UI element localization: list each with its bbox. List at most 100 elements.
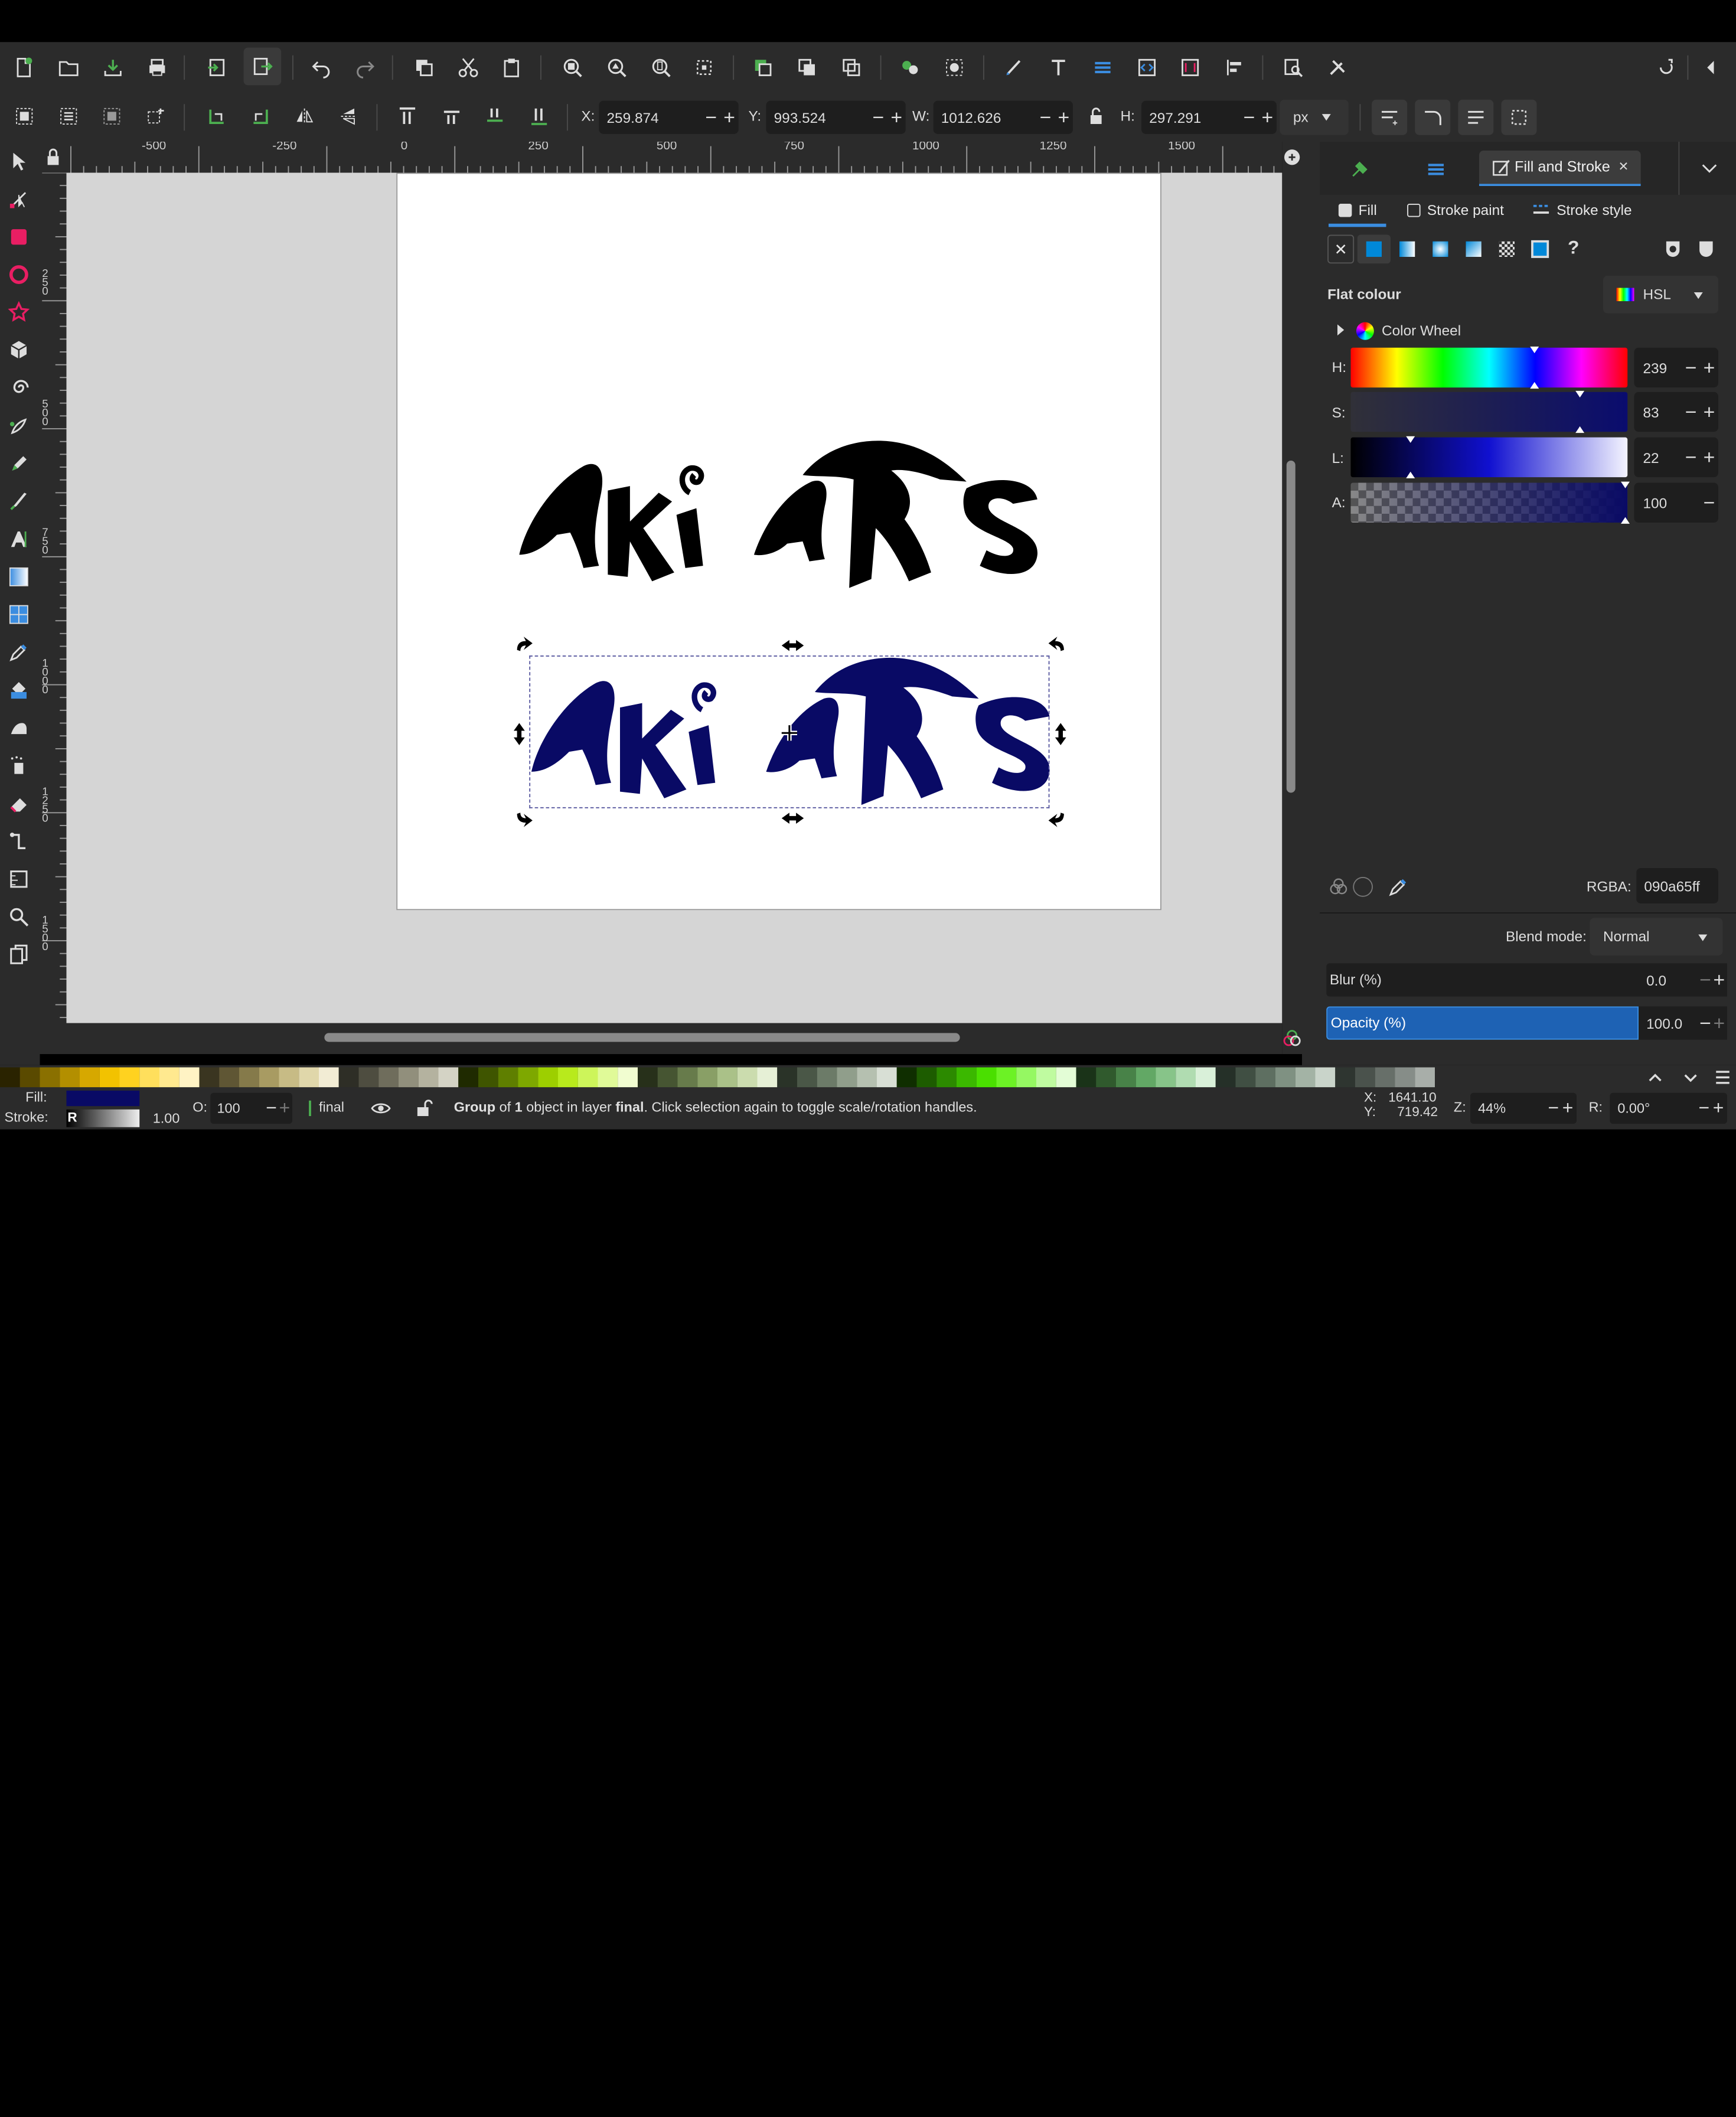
rotate-cw-step-icon[interactable]: + [1713,1097,1727,1120]
palette-swatch[interactable] [219,1067,239,1088]
rotation-field[interactable]: 0.00° − + [1610,1092,1727,1124]
pen-tool-icon[interactable] [5,413,32,439]
zoom-out-icon[interactable]: − [1548,1097,1562,1120]
palette-swatch[interactable] [139,1067,159,1088]
status-stroke-swatch[interactable]: R [66,1109,140,1127]
palette-swatch[interactable] [1375,1067,1395,1088]
palette-swatch[interactable] [378,1067,399,1088]
layer-visibility-icon[interactable] [368,1095,394,1121]
status-opacity-field[interactable]: 100 − + [210,1092,292,1124]
redo-icon[interactable] [352,54,378,81]
open-document-icon[interactable] [56,54,82,81]
subtab-fill[interactable]: Fill [1338,201,1377,218]
x-field[interactable]: 259.874− + [599,100,739,134]
palette-swatch[interactable] [957,1067,977,1088]
palette-swatch[interactable] [1415,1067,1435,1088]
pattern-icon[interactable] [1499,241,1515,257]
copy-icon[interactable] [411,54,438,81]
blend-mode-select[interactable]: Normal [1590,918,1723,956]
commands-bar-toggle-icon[interactable] [1653,54,1679,81]
layers-tab-icon[interactable] [1422,156,1449,182]
new-document-icon[interactable] [10,54,37,81]
paint-bucket-tool-icon[interactable] [5,677,32,703]
flat-color-button[interactable] [1357,234,1391,264]
palette-swatch[interactable] [1176,1067,1196,1088]
rgba-value[interactable]: 090a65ff [1636,878,1718,894]
paste-icon[interactable] [498,54,525,81]
zoom-page-icon[interactable] [648,54,674,81]
status-layer-name[interactable]: final [319,1100,344,1115]
alpha-value[interactable]: 100 [1634,494,1701,511]
dropper-tool-icon[interactable] [5,639,32,666]
rectangle-tool-icon[interactable] [5,224,32,250]
hue-field[interactable]: 239− + [1634,347,1718,388]
calligraphy-tool-icon[interactable] [5,488,32,515]
h-increment-icon[interactable]: + [1258,107,1277,128]
rgba-field[interactable]: 090a65ff [1636,868,1718,903]
radial-gradient-icon[interactable] [1432,241,1448,257]
fill-rule-nonzero-icon[interactable] [1693,236,1719,262]
palette-swatch[interactable] [1335,1067,1355,1088]
palette-swatch[interactable] [99,1067,120,1088]
h-value[interactable]: 297.291 [1141,109,1240,126]
lower-icon[interactable] [482,103,508,129]
tweak-tool-icon[interactable] [5,714,32,741]
palette-swatch[interactable] [657,1067,678,1088]
lightness-slider[interactable] [1350,436,1628,478]
object-properties-tab-icon[interactable] [1346,156,1373,182]
scale-stroke-toggle[interactable] [1372,99,1408,135]
vertical-scroll-track[interactable] [1282,142,1302,1054]
palette-swatch[interactable] [837,1067,857,1088]
hue-increment-icon[interactable]: + [1700,356,1718,379]
zoom-selection-icon[interactable] [559,54,586,81]
y-increment-icon[interactable]: + [887,107,906,128]
measure-tool-icon[interactable] [5,866,32,892]
palette-swatch[interactable] [1156,1067,1176,1088]
swatch-icon[interactable] [1531,240,1549,258]
palette-swatch[interactable] [119,1067,140,1088]
cut-icon[interactable] [455,54,482,81]
y-field[interactable]: 993.524− + [766,100,906,134]
ellipse-tool-icon[interactable] [5,262,32,288]
blur-decrement-icon[interactable]: − [1699,968,1713,991]
fill-rule-evenodd-icon[interactable] [1660,236,1686,262]
zoom-field[interactable]: 44% − + [1470,1092,1577,1124]
color-wheel-expander-icon[interactable] [1337,324,1345,336]
saturation-slider[interactable] [1350,390,1628,433]
unknown-paint-icon[interactable]: ? [1568,237,1579,259]
palette-scroll-up-icon[interactable] [1642,1064,1669,1091]
palette-swatch[interactable] [299,1067,319,1088]
zoom-drawing-icon[interactable] [603,54,630,81]
opacity-increment-icon[interactable]: + [1714,1012,1727,1035]
lock-proportions-icon[interactable] [1083,103,1110,129]
palette-swatch[interactable] [677,1067,698,1088]
mesh-tool-icon[interactable] [5,601,32,628]
color-wheel-label[interactable]: Color Wheel [1382,322,1461,339]
palette-swatch[interactable] [1215,1067,1236,1088]
saturation-field[interactable]: 83− + [1634,392,1718,432]
flip-horizontal-icon[interactable] [291,103,318,129]
palette-swatch[interactable] [80,1067,100,1088]
status-opacity-decrement-icon[interactable]: − [266,1097,279,1120]
palette-swatch[interactable] [1096,1067,1116,1088]
zoom-center-page-icon[interactable] [691,54,717,81]
select-all-icon[interactable] [11,103,38,129]
blur-increment-icon[interactable]: + [1714,968,1727,991]
status-fill-swatch[interactable] [66,1090,140,1107]
palette-swatches[interactable] [0,1067,1627,1088]
lightness-increment-icon[interactable]: + [1700,446,1718,469]
export-button[interactable] [243,47,282,86]
align-distribute-icon[interactable] [1221,54,1248,81]
text-dialog-icon[interactable] [1045,54,1072,81]
palette-swatch[interactable] [558,1067,578,1088]
w-increment-icon[interactable]: + [1055,107,1073,128]
x-increment-icon[interactable]: + [720,107,739,128]
unit-select[interactable]: px [1280,99,1349,135]
palette-swatch[interactable] [1275,1067,1296,1088]
w-field[interactable]: 1012.626− + [933,100,1073,134]
palette-swatch[interactable] [638,1067,658,1088]
palette-swatch[interactable] [857,1067,877,1088]
palette-swatch[interactable] [757,1067,778,1088]
status-stroke-width[interactable]: 1.00 [153,1111,180,1126]
horizontal-scrollbar-thumb[interactable] [324,1033,960,1042]
